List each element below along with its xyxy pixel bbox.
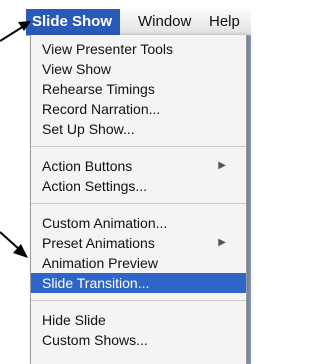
- pointer-arrow-bottom: [0, 231, 28, 258]
- callout-pointers: [0, 21, 31, 258]
- pointer-arrow-top: [0, 21, 31, 42]
